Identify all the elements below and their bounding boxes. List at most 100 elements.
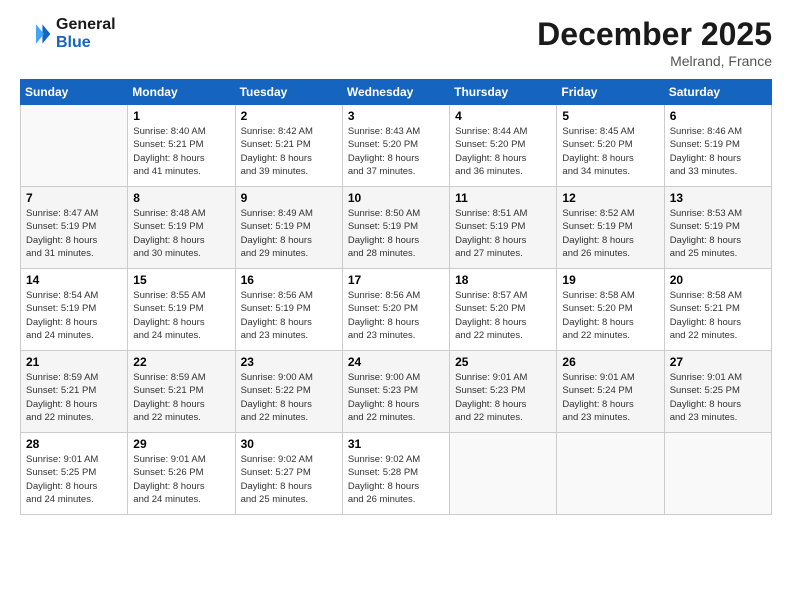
location: Melrand, France xyxy=(537,53,772,69)
logo-text: General Blue xyxy=(56,16,116,51)
day-info: Sunrise: 8:55 AM Sunset: 5:19 PM Dayligh… xyxy=(133,289,229,342)
day-info: Sunrise: 9:02 AM Sunset: 5:28 PM Dayligh… xyxy=(348,453,444,506)
calendar-table: SundayMondayTuesdayWednesdayThursdayFrid… xyxy=(20,79,772,515)
day-number: 7 xyxy=(26,191,122,205)
day-info: Sunrise: 8:57 AM Sunset: 5:20 PM Dayligh… xyxy=(455,289,551,342)
day-info: Sunrise: 8:52 AM Sunset: 5:19 PM Dayligh… xyxy=(562,207,658,260)
calendar-cell: 3Sunrise: 8:43 AM Sunset: 5:20 PM Daylig… xyxy=(342,105,449,187)
day-info: Sunrise: 9:01 AM Sunset: 5:26 PM Dayligh… xyxy=(133,453,229,506)
calendar-week-row: 14 Sunrise: 8:54 AM Sunset: 5:19 PM Dayli… xyxy=(21,269,772,351)
day-info: Sunrise: 8:58 AM Sunset: 5:20 PM Dayligh… xyxy=(562,289,658,342)
day-number: 25 xyxy=(455,355,551,369)
day-info: Sunrise: 8:45 AM Sunset: 5:20 PM Dayligh… xyxy=(562,125,658,178)
page: General Blue December 2025 Melrand, Fran… xyxy=(0,0,792,612)
calendar-cell xyxy=(557,433,664,515)
day-number: 30 xyxy=(241,437,337,451)
day-info: Sunrise: 8:44 AM Sunset: 5:20 PM Dayligh… xyxy=(455,125,551,178)
calendar-cell: 21Sunrise: 8:59 AM Sunset: 5:21 PM Dayli… xyxy=(21,351,128,433)
weekday-header: Thursday xyxy=(450,80,557,105)
calendar-cell: 28 Sunrise: 9:01 AM Sunset: 5:25 PM Dayli… xyxy=(21,433,128,515)
day-number: 31 xyxy=(348,437,444,451)
calendar-cell: 14 Sunrise: 8:54 AM Sunset: 5:19 PM Dayli… xyxy=(21,269,128,351)
day-number: 19 xyxy=(562,273,658,287)
day-info: Sunrise: 8:56 AM Sunset: 5:20 PM Dayligh… xyxy=(348,289,444,342)
calendar-cell: 24 Sunrise: 9:00 AM Sunset: 5:23 PM Dayli… xyxy=(342,351,449,433)
calendar-cell: 9Sunrise: 8:49 AM Sunset: 5:19 PM Daylig… xyxy=(235,187,342,269)
weekday-header: Monday xyxy=(128,80,235,105)
day-info: Sunrise: 8:59 AM Sunset: 5:21 PM Dayligh… xyxy=(133,371,229,424)
calendar-cell: 2 Sunrise: 8:42 AM Sunset: 5:21 PM Daylig… xyxy=(235,105,342,187)
month-title: December 2025 xyxy=(537,16,772,53)
calendar-cell: 11Sunrise: 8:51 AM Sunset: 5:19 PM Dayli… xyxy=(450,187,557,269)
day-info: Sunrise: 8:51 AM Sunset: 5:19 PM Dayligh… xyxy=(455,207,551,260)
calendar-week-row: 7 Sunrise: 8:47 AM Sunset: 5:19 PM Daylig… xyxy=(21,187,772,269)
calendar-cell: 22Sunrise: 8:59 AM Sunset: 5:21 PM Dayli… xyxy=(128,351,235,433)
day-number: 23 xyxy=(241,355,337,369)
calendar-cell: 31 Sunrise: 9:02 AM Sunset: 5:28 PM Dayli… xyxy=(342,433,449,515)
calendar-cell: 8 Sunrise: 8:48 AM Sunset: 5:19 PM Daylig… xyxy=(128,187,235,269)
day-info: Sunrise: 9:00 AM Sunset: 5:22 PM Dayligh… xyxy=(241,371,337,424)
day-info: Sunrise: 8:50 AM Sunset: 5:19 PM Dayligh… xyxy=(348,207,444,260)
calendar-cell: 15 Sunrise: 8:55 AM Sunset: 5:19 PM Dayli… xyxy=(128,269,235,351)
day-info: Sunrise: 8:48 AM Sunset: 5:19 PM Dayligh… xyxy=(133,207,229,260)
logo-icon xyxy=(20,18,52,50)
day-number: 18 xyxy=(455,273,551,287)
calendar-cell xyxy=(21,105,128,187)
day-number: 12 xyxy=(562,191,658,205)
weekday-header: Wednesday xyxy=(342,80,449,105)
day-info: Sunrise: 9:01 AM Sunset: 5:23 PM Dayligh… xyxy=(455,371,551,424)
calendar-cell: 18 Sunrise: 8:57 AM Sunset: 5:20 PM Dayli… xyxy=(450,269,557,351)
calendar-cell: 13Sunrise: 8:53 AM Sunset: 5:19 PM Dayli… xyxy=(664,187,771,269)
day-number: 6 xyxy=(670,109,766,123)
day-number: 16 xyxy=(241,273,337,287)
logo: General Blue xyxy=(20,16,116,51)
day-info: Sunrise: 8:54 AM Sunset: 5:19 PM Dayligh… xyxy=(26,289,122,342)
day-info: Sunrise: 8:53 AM Sunset: 5:19 PM Dayligh… xyxy=(670,207,766,260)
calendar-cell: 1Sunrise: 8:40 AM Sunset: 5:21 PM Daylig… xyxy=(128,105,235,187)
day-number: 28 xyxy=(26,437,122,451)
day-number: 4 xyxy=(455,109,551,123)
calendar-cell: 16Sunrise: 8:56 AM Sunset: 5:19 PM Dayli… xyxy=(235,269,342,351)
title-block: December 2025 Melrand, France xyxy=(537,16,772,69)
day-number: 9 xyxy=(241,191,337,205)
day-number: 1 xyxy=(133,109,229,123)
calendar-cell xyxy=(450,433,557,515)
day-number: 8 xyxy=(133,191,229,205)
day-number: 14 xyxy=(26,273,122,287)
day-number: 26 xyxy=(562,355,658,369)
calendar-week-row: 21 Sunrise: 8:59 AM Sunset: 5:21 PM Dayli… xyxy=(21,351,772,433)
weekday-header: Saturday xyxy=(664,80,771,105)
calendar-cell: 4 Sunrise: 8:44 AM Sunset: 5:20 PM Daylig… xyxy=(450,105,557,187)
day-number: 21 xyxy=(26,355,122,369)
day-number: 15 xyxy=(133,273,229,287)
day-number: 29 xyxy=(133,437,229,451)
calendar-cell: 23 Sunrise: 9:00 AM Sunset: 5:22 PM Dayli… xyxy=(235,351,342,433)
day-info: Sunrise: 8:46 AM Sunset: 5:19 PM Dayligh… xyxy=(670,125,766,178)
day-info: Sunrise: 9:00 AM Sunset: 5:23 PM Dayligh… xyxy=(348,371,444,424)
header: General Blue December 2025 Melrand, Fran… xyxy=(20,16,772,69)
day-number: 2 xyxy=(241,109,337,123)
weekday-header: Tuesday xyxy=(235,80,342,105)
day-info: Sunrise: 9:01 AM Sunset: 5:25 PM Dayligh… xyxy=(670,371,766,424)
day-info: Sunrise: 8:47 AM Sunset: 5:19 PM Dayligh… xyxy=(26,207,122,260)
calendar-week-row: 1Sunrise: 8:40 AM Sunset: 5:21 PM Daylig… xyxy=(21,105,772,187)
calendar-cell: 5Sunrise: 8:45 AM Sunset: 5:20 PM Daylig… xyxy=(557,105,664,187)
calendar-cell: 19 Sunrise: 8:58 AM Sunset: 5:20 PM Dayli… xyxy=(557,269,664,351)
day-info: Sunrise: 8:42 AM Sunset: 5:21 PM Dayligh… xyxy=(241,125,337,178)
calendar-cell: 12 Sunrise: 8:52 AM Sunset: 5:19 PM Dayli… xyxy=(557,187,664,269)
day-number: 27 xyxy=(670,355,766,369)
weekday-header: Friday xyxy=(557,80,664,105)
day-number: 10 xyxy=(348,191,444,205)
day-number: 3 xyxy=(348,109,444,123)
calendar-cell: 17 Sunrise: 8:56 AM Sunset: 5:20 PM Dayli… xyxy=(342,269,449,351)
calendar-cell xyxy=(664,433,771,515)
day-number: 24 xyxy=(348,355,444,369)
calendar-cell: 20 Sunrise: 8:58 AM Sunset: 5:21 PM Dayli… xyxy=(664,269,771,351)
day-number: 17 xyxy=(348,273,444,287)
calendar-cell: 25 Sunrise: 9:01 AM Sunset: 5:23 PM Dayli… xyxy=(450,351,557,433)
weekday-header: Sunday xyxy=(21,80,128,105)
day-number: 20 xyxy=(670,273,766,287)
calendar-cell: 27 Sunrise: 9:01 AM Sunset: 5:25 PM Dayli… xyxy=(664,351,771,433)
day-info: Sunrise: 9:01 AM Sunset: 5:25 PM Dayligh… xyxy=(26,453,122,506)
day-info: Sunrise: 8:58 AM Sunset: 5:21 PM Dayligh… xyxy=(670,289,766,342)
